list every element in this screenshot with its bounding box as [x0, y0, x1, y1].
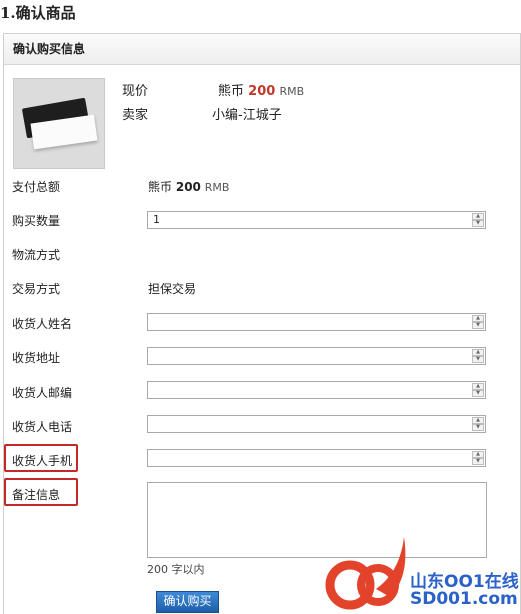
phone-field[interactable]: ▲ ▼: [147, 415, 486, 433]
address-field[interactable]: ▲ ▼: [147, 347, 486, 365]
total-label: 支付总额: [12, 180, 61, 194]
spin-up-icon: ▲: [472, 315, 484, 322]
price-value: 熊币 200 RMB: [218, 84, 305, 99]
seller-label: 卖家: [122, 108, 149, 123]
quantity-stepper[interactable]: 1 ▲ ▼: [147, 211, 486, 229]
product-image: [13, 78, 105, 169]
spin-up-icon: ▲: [472, 383, 484, 390]
spin-buttons[interactable]: ▲ ▼: [472, 451, 484, 465]
price-label: 现价: [122, 84, 149, 99]
phone-label: 收货人电话: [12, 420, 73, 434]
spin-up-icon: ▲: [472, 349, 484, 356]
logistics-label: 物流方式: [12, 248, 61, 262]
spin-down-icon: ▼: [472, 220, 484, 227]
panel-header: 确认购买信息: [4, 34, 520, 65]
spin-up-icon: ▲: [472, 451, 484, 458]
spin-down-icon: ▼: [472, 458, 484, 465]
mobile-label-highlight: [4, 444, 78, 472]
postcode-field[interactable]: ▲ ▼: [147, 381, 486, 399]
spin-up-icon: ▲: [472, 213, 484, 220]
total-value: 熊币 200 RMB: [148, 180, 230, 194]
spin-buttons[interactable]: ▲ ▼: [472, 349, 484, 363]
address-label: 收货地址: [12, 351, 61, 365]
receiver-name-field[interactable]: ▲ ▼: [147, 313, 486, 331]
spin-buttons[interactable]: ▲ ▼: [472, 417, 484, 431]
spin-down-icon: ▼: [472, 356, 484, 363]
seller-value: 小编-江城子: [212, 108, 282, 123]
spin-down-icon: ▼: [472, 322, 484, 329]
page-title: 1.确认商品: [0, 4, 76, 22]
watermark-en: SD001.com: [410, 589, 518, 609]
spin-up-icon: ▲: [472, 417, 484, 424]
spin-buttons[interactable]: ▲ ▼: [472, 383, 484, 397]
spin-buttons[interactable]: ▲ ▼: [472, 315, 484, 329]
receiver-name-label: 收货人姓名: [12, 317, 73, 331]
spin-down-icon: ▼: [472, 424, 484, 431]
spin-down-icon: ▼: [472, 390, 484, 397]
remark-label-highlight: [4, 478, 78, 506]
site-watermark: 山东OO1在线 SD001.com: [306, 527, 521, 611]
confirm-purchase-button[interactable]: 确认购买: [156, 591, 219, 613]
mobile-field[interactable]: ▲ ▼: [147, 449, 486, 467]
remark-hint: 200 字以内: [147, 563, 205, 576]
trade-label: 交易方式: [12, 282, 61, 296]
trade-value: 担保交易: [148, 282, 197, 296]
quantity-label: 购买数量: [12, 214, 61, 228]
postcode-label: 收货人邮编: [12, 386, 73, 400]
spin-buttons[interactable]: ▲ ▼: [472, 213, 484, 227]
